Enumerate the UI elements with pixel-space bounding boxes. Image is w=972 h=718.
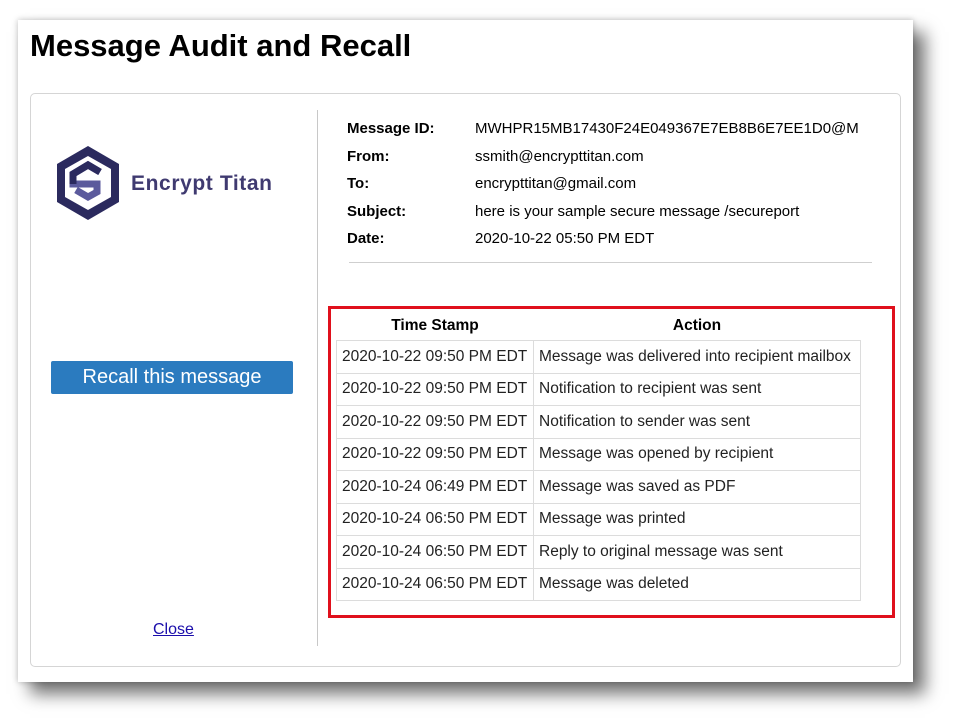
action-cell: Message was delivered into recipient mai… bbox=[533, 340, 861, 374]
timestamp-cell: 2020-10-24 06:50 PM EDT bbox=[336, 567, 534, 601]
audit-table: Time Stamp Action 2020-10-22 09:50 PM ED… bbox=[336, 312, 861, 601]
message-id-label: Message ID: bbox=[347, 120, 435, 137]
brand-logo: Encrypt Titan bbox=[53, 144, 293, 224]
subject-label: Subject: bbox=[347, 202, 407, 220]
timestamp-cell: 2020-10-22 09:50 PM EDT bbox=[336, 437, 534, 471]
table-row: 2020-10-24 06:50 PM EDT Reply to origina… bbox=[336, 535, 861, 569]
message-header: Message ID: MWHPR15MB17430F24E049367E7EB… bbox=[347, 118, 892, 256]
from-row: From: ssmith@encrypttitan.com bbox=[347, 146, 892, 174]
message-id-row: Message ID: MWHPR15MB17430F24E049367E7EB… bbox=[347, 118, 892, 146]
date-value: 2020-10-22 05:50 PM EDT bbox=[475, 230, 655, 247]
header-divider bbox=[349, 262, 872, 263]
to-label: To: bbox=[347, 175, 370, 192]
timestamp-cell: 2020-10-22 09:50 PM EDT bbox=[336, 372, 534, 406]
recall-message-button[interactable]: Recall this message bbox=[51, 361, 293, 394]
action-header: Action bbox=[672, 317, 722, 334]
table-row: 2020-10-24 06:50 PM EDT Message was dele… bbox=[336, 567, 861, 601]
action-cell: Notification to recipient was sent bbox=[533, 372, 861, 406]
action-cell: Message was opened by recipient bbox=[533, 437, 861, 471]
action-cell: Reply to original message was sent bbox=[533, 535, 861, 569]
from-label: From: bbox=[347, 147, 390, 165]
timestamp-cell: 2020-10-24 06:49 PM EDT bbox=[336, 470, 534, 504]
from-value: ssmith@encrypttitan.com bbox=[475, 147, 644, 165]
table-row: 2020-10-22 09:50 PM EDT Notification to … bbox=[336, 405, 861, 439]
timestamp-cell: 2020-10-24 06:50 PM EDT bbox=[336, 535, 534, 569]
table-row: 2020-10-22 09:50 PM EDT Notification to … bbox=[336, 372, 861, 406]
to-row: To: encrypttitan@gmail.com bbox=[347, 173, 892, 201]
date-row: Date: 2020-10-22 05:50 PM EDT bbox=[347, 228, 892, 256]
message-id-value: MWHPR15MB17430F24E049367E7EB8B6E7EE1D0@M bbox=[475, 120, 859, 137]
close-link[interactable]: Close bbox=[153, 621, 194, 639]
table-row: 2020-10-22 09:50 PM EDT Message was deli… bbox=[336, 340, 861, 374]
table-row: 2020-10-24 06:50 PM EDT Message was prin… bbox=[336, 502, 861, 536]
brand-name: Encrypt Titan bbox=[131, 172, 273, 195]
table-row: 2020-10-24 06:49 PM EDT Message was save… bbox=[336, 470, 861, 504]
audit-highlight-box: Time Stamp Action 2020-10-22 09:50 PM ED… bbox=[328, 306, 895, 618]
page-title: Message Audit and Recall bbox=[30, 28, 412, 63]
action-cell: Message was saved as PDF bbox=[533, 470, 861, 504]
action-cell: Message was printed bbox=[533, 502, 861, 536]
audit-table-header: Time Stamp Action bbox=[337, 312, 861, 341]
timestamp-cell: 2020-10-22 09:50 PM EDT bbox=[336, 405, 534, 439]
table-row: 2020-10-22 09:50 PM EDT Message was open… bbox=[336, 437, 861, 471]
timestamp-cell: 2020-10-22 09:50 PM EDT bbox=[336, 340, 534, 374]
action-cell: Message was deleted bbox=[533, 567, 861, 601]
timestamp-cell: 2020-10-24 06:50 PM EDT bbox=[336, 502, 534, 536]
to-value: encrypttitan@gmail.com bbox=[475, 175, 637, 192]
action-cell: Notification to sender was sent bbox=[533, 405, 861, 439]
audit-card: Encrypt Titan Recall this message Close … bbox=[30, 93, 901, 667]
stylized-hexagon-s-logo-icon bbox=[57, 146, 119, 220]
subject-value: here is your sample secure message /secu… bbox=[475, 202, 800, 220]
vertical-divider bbox=[317, 110, 318, 646]
date-label: Date: bbox=[347, 230, 385, 247]
timestamp-header: Time Stamp bbox=[391, 317, 479, 334]
subject-row: Subject: here is your sample secure mess… bbox=[347, 201, 892, 229]
left-pane: Encrypt Titan Recall this message Close bbox=[31, 94, 316, 666]
